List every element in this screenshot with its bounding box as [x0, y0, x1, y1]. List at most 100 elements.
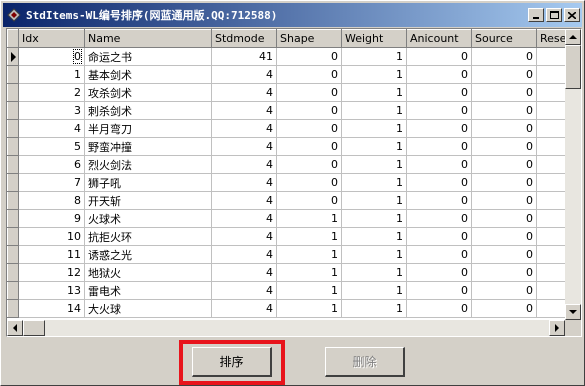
cell-source[interactable]: 0	[471, 155, 537, 174]
row-indicator-cell[interactable]	[7, 65, 19, 84]
cell-source[interactable]: 0	[471, 227, 537, 246]
cell-source[interactable]: 0	[471, 191, 537, 210]
cell-idx[interactable]: 14	[18, 299, 85, 318]
cell-stdmode[interactable]: 4	[211, 281, 277, 300]
cell-name[interactable]: 诱惑之光	[84, 245, 212, 264]
cell-anicount[interactable]: 0	[406, 47, 472, 66]
cell-shape[interactable]: 0	[276, 119, 342, 138]
cell-shape[interactable]: 1	[276, 245, 342, 264]
cell-anicount[interactable]: 0	[406, 119, 472, 138]
cell-name[interactable]: 大火球	[84, 299, 212, 318]
cell-stdmode[interactable]: 4	[211, 137, 277, 156]
table-row[interactable]: 2 攻杀剑术 4 0 1 0 0	[7, 83, 577, 102]
cell-shape[interactable]: 0	[276, 83, 342, 102]
cell-weight[interactable]: 1	[341, 65, 407, 84]
row-indicator-cell[interactable]	[7, 173, 19, 192]
cell-name[interactable]: 刺杀剑术	[84, 101, 212, 120]
cell-anicount[interactable]: 0	[406, 173, 472, 192]
title-bar[interactable]: StdItems-WL编号排序(网蓝通用版.QQ:712588)	[3, 3, 582, 27]
cell-stdmode[interactable]: 4	[211, 263, 277, 282]
table-row[interactable]: 12 地狱火 4 1 1 0 0	[7, 263, 577, 282]
horizontal-scrollbar[interactable]	[7, 320, 565, 336]
cell-weight[interactable]: 1	[341, 263, 407, 282]
cell-shape[interactable]: 1	[276, 299, 342, 318]
cell-source[interactable]: 0	[471, 101, 537, 120]
table-row[interactable]: 1 基本剑术 4 0 1 0 0	[7, 65, 577, 84]
cell-anicount[interactable]: 0	[406, 245, 472, 264]
cell-shape[interactable]: 0	[276, 47, 342, 66]
cell-anicount[interactable]: 0	[406, 209, 472, 228]
cell-idx[interactable]: 1	[18, 65, 85, 84]
cell-source[interactable]: 0	[471, 173, 537, 192]
cell-source[interactable]: 0	[471, 119, 537, 138]
cell-weight[interactable]: 1	[341, 83, 407, 102]
row-indicator-cell[interactable]	[7, 47, 19, 66]
cell-idx[interactable]: 5	[18, 137, 85, 156]
row-indicator-cell[interactable]	[7, 281, 19, 300]
maximize-button[interactable]	[546, 8, 562, 22]
cell-stdmode[interactable]: 41	[211, 47, 277, 66]
cell-idx[interactable]: 7	[18, 173, 85, 192]
cell-stdmode[interactable]: 4	[211, 209, 277, 228]
row-indicator-cell[interactable]	[7, 137, 19, 156]
cell-shape[interactable]: 0	[276, 173, 342, 192]
cell-anicount[interactable]: 0	[406, 83, 472, 102]
cell-name[interactable]: 狮子吼	[84, 173, 212, 192]
scroll-up-button[interactable]	[565, 29, 581, 45]
cell-idx[interactable]: 13	[18, 281, 85, 300]
cell-weight[interactable]: 1	[341, 227, 407, 246]
cell-source[interactable]: 0	[471, 209, 537, 228]
table-row[interactable]: 3 刺杀剑术 4 0 1 0 0	[7, 101, 577, 120]
cell-name[interactable]: 野蛮冲撞	[84, 137, 212, 156]
table-row[interactable]: 9 火球术 4 1 1 0 0	[7, 209, 577, 228]
cell-idx[interactable]: 4	[18, 119, 85, 138]
table-row[interactable]: 4 半月弯刀 4 0 1 0 0	[7, 119, 577, 138]
cell-source[interactable]: 0	[471, 281, 537, 300]
cell-name[interactable]: 烈火剑法	[84, 155, 212, 174]
cell-stdmode[interactable]: 4	[211, 155, 277, 174]
cell-name[interactable]: 抗拒火环	[84, 227, 212, 246]
cell-idx[interactable]: 9	[18, 209, 85, 228]
cell-anicount[interactable]: 0	[406, 191, 472, 210]
cell-weight[interactable]: 1	[341, 245, 407, 264]
cell-idx[interactable]: 2	[18, 83, 85, 102]
cell-anicount[interactable]: 0	[406, 137, 472, 156]
cell-name[interactable]: 地狱火	[84, 263, 212, 282]
cell-weight[interactable]: 1	[341, 173, 407, 192]
cell-stdmode[interactable]: 4	[211, 65, 277, 84]
cell-idx[interactable]: 6	[18, 155, 85, 174]
column-header-stdmode[interactable]: Stdmode	[211, 29, 277, 48]
table-row[interactable]: 5 野蛮冲撞 4 0 1 0 0	[7, 137, 577, 156]
cell-stdmode[interactable]: 4	[211, 119, 277, 138]
table-row[interactable]: 10 抗拒火环 4 1 1 0 0	[7, 227, 577, 246]
items-grid[interactable]: Idx Name Stdmode Shape Weight Anicount Source R…	[6, 28, 582, 337]
column-header-shape[interactable]: Shape	[276, 29, 342, 48]
cell-idx[interactable]: 10	[18, 227, 85, 246]
cell-anicount[interactable]: 0	[406, 227, 472, 246]
cell-idx[interactable]: 11	[18, 245, 85, 264]
cell-name[interactable]: 火球术	[84, 209, 212, 228]
cell-shape[interactable]: 1	[276, 281, 342, 300]
cell-name[interactable]: 雷电术	[84, 281, 212, 300]
scroll-left-button[interactable]	[7, 320, 23, 336]
table-row[interactable]: 6 烈火剑法 4 0 1 0 0	[7, 155, 577, 174]
cell-weight[interactable]: 1	[341, 281, 407, 300]
cell-weight[interactable]: 1	[341, 209, 407, 228]
row-indicator-cell[interactable]	[7, 83, 19, 102]
cell-shape[interactable]: 1	[276, 209, 342, 228]
cell-idx[interactable]: 12	[18, 263, 85, 282]
app-icon[interactable]	[6, 7, 22, 23]
cell-shape[interactable]: 0	[276, 191, 342, 210]
row-indicator-cell[interactable]	[7, 119, 19, 138]
column-header-weight[interactable]: Weight	[341, 29, 407, 48]
table-row[interactable]: 11 诱惑之光 4 1 1 0 0	[7, 245, 577, 264]
cell-weight[interactable]: 1	[341, 191, 407, 210]
scroll-down-button[interactable]	[565, 304, 581, 320]
cell-idx[interactable]: 0	[18, 47, 85, 66]
cell-weight[interactable]: 1	[341, 47, 407, 66]
cell-anicount[interactable]: 0	[406, 299, 472, 318]
cell-stdmode[interactable]: 4	[211, 191, 277, 210]
cell-weight[interactable]: 1	[341, 155, 407, 174]
cell-anicount[interactable]: 0	[406, 281, 472, 300]
column-header-name[interactable]: Name	[84, 29, 212, 48]
